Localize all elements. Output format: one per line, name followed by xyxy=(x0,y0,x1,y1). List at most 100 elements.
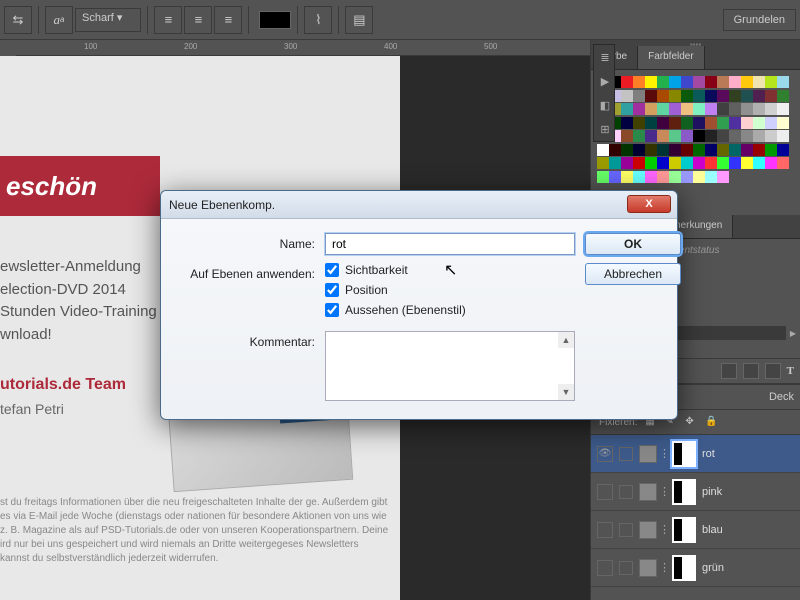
swatch[interactable] xyxy=(693,117,705,129)
mask-link-icon[interactable]: ⋮ xyxy=(659,561,670,574)
swatch[interactable] xyxy=(657,117,669,129)
scroll-right-icon[interactable]: ▶ xyxy=(786,326,800,340)
dialog-titlebar[interactable]: Neue Ebenenkomp. X xyxy=(161,191,677,219)
workspace-switcher[interactable]: Grundelen xyxy=(723,9,796,31)
swatch[interactable] xyxy=(645,117,657,129)
swatch[interactable] xyxy=(597,144,609,156)
swatch[interactable] xyxy=(729,117,741,129)
swatch[interactable] xyxy=(717,130,729,142)
swatch[interactable] xyxy=(729,130,741,142)
visibility-toggle[interactable]: 👁 xyxy=(597,446,613,462)
anti-alias-select[interactable]: Scharf ▾ xyxy=(75,8,141,32)
swatch[interactable] xyxy=(645,90,657,102)
comment-textarea[interactable]: ▲ ▼ xyxy=(325,331,575,401)
layer-row[interactable]: ⋮grün xyxy=(591,549,800,587)
swatch[interactable] xyxy=(633,76,645,88)
swatch[interactable] xyxy=(705,130,717,142)
swatch[interactable] xyxy=(765,76,777,88)
swatch[interactable] xyxy=(753,90,765,102)
swatch[interactable] xyxy=(609,171,621,183)
swatch[interactable] xyxy=(681,157,693,169)
swatch[interactable] xyxy=(705,144,717,156)
swatch[interactable] xyxy=(657,130,669,142)
swatch[interactable] xyxy=(645,76,657,88)
swatch[interactable] xyxy=(693,130,705,142)
align-center-icon[interactable]: ≡ xyxy=(184,6,212,34)
swatch[interactable] xyxy=(621,76,633,88)
swatch[interactable] xyxy=(681,130,693,142)
swatch[interactable] xyxy=(621,117,633,129)
swatch[interactable] xyxy=(777,117,789,129)
mask-link-icon[interactable]: ⋮ xyxy=(659,523,670,536)
swatch[interactable] xyxy=(693,157,705,169)
swatch[interactable] xyxy=(717,90,729,102)
swatch[interactable] xyxy=(729,157,741,169)
swatch[interactable] xyxy=(657,90,669,102)
scroll-up-icon[interactable]: ▲ xyxy=(558,332,574,348)
swatch[interactable] xyxy=(645,157,657,169)
swatch[interactable] xyxy=(681,90,693,102)
swatch[interactable] xyxy=(729,90,741,102)
swatch[interactable] xyxy=(645,130,657,142)
swatch[interactable] xyxy=(753,76,765,88)
swatch[interactable] xyxy=(633,117,645,129)
swatch[interactable] xyxy=(765,144,777,156)
layer-checkbox[interactable] xyxy=(619,523,633,537)
swatch[interactable] xyxy=(777,103,789,115)
swatch[interactable] xyxy=(729,103,741,115)
swatch[interactable] xyxy=(633,171,645,183)
visibility-toggle[interactable] xyxy=(597,484,613,500)
swatch[interactable] xyxy=(741,130,753,142)
align-right-icon[interactable]: ≡ xyxy=(214,6,242,34)
swatch[interactable] xyxy=(753,157,765,169)
swatch[interactable] xyxy=(693,144,705,156)
swatch[interactable] xyxy=(705,76,717,88)
visibility-toggle[interactable] xyxy=(597,560,613,576)
scroll-down-icon[interactable]: ▼ xyxy=(558,384,574,400)
swatch[interactable] xyxy=(705,103,717,115)
swatch[interactable] xyxy=(681,171,693,183)
swatch[interactable] xyxy=(681,117,693,129)
swatch[interactable] xyxy=(693,103,705,115)
swatch[interactable] xyxy=(669,117,681,129)
swatch[interactable] xyxy=(753,117,765,129)
layer-checkbox[interactable] xyxy=(619,447,633,461)
position-checkbox[interactable] xyxy=(325,283,339,297)
swatch[interactable] xyxy=(753,130,765,142)
appearance-checkbox[interactable] xyxy=(325,303,339,317)
swatch[interactable] xyxy=(741,90,753,102)
swatch[interactable] xyxy=(645,144,657,156)
orientation-toggle-icon[interactable]: ⇆ xyxy=(4,6,32,34)
swatch[interactable] xyxy=(765,130,777,142)
swatch[interactable] xyxy=(621,144,633,156)
swatch[interactable] xyxy=(705,90,717,102)
layer-row[interactable]: ⋮blau xyxy=(591,511,800,549)
tab-farbfelder[interactable]: Farbfelder xyxy=(638,46,705,69)
swatch[interactable] xyxy=(609,157,621,169)
swatch[interactable] xyxy=(717,76,729,88)
swatch[interactable] xyxy=(657,157,669,169)
swatch[interactable] xyxy=(669,76,681,88)
ok-button[interactable]: OK xyxy=(585,233,681,255)
swatch[interactable] xyxy=(693,76,705,88)
swatch[interactable] xyxy=(645,171,657,183)
swatch[interactable] xyxy=(681,76,693,88)
close-button[interactable]: X xyxy=(627,195,671,213)
swatch[interactable] xyxy=(621,157,633,169)
swatch[interactable] xyxy=(669,130,681,142)
swatch[interactable] xyxy=(705,117,717,129)
swatch[interactable] xyxy=(669,171,681,183)
swatch[interactable] xyxy=(633,157,645,169)
layer-row[interactable]: ⋮pink xyxy=(591,473,800,511)
swatch[interactable] xyxy=(717,157,729,169)
swatch[interactable] xyxy=(669,157,681,169)
swatch[interactable] xyxy=(633,130,645,142)
swatch[interactable] xyxy=(765,103,777,115)
swatch[interactable] xyxy=(657,76,669,88)
panel-icon[interactable]: ≣ xyxy=(594,45,616,69)
swatch[interactable] xyxy=(633,90,645,102)
swatch[interactable] xyxy=(717,171,729,183)
panel-icon[interactable]: ◧ xyxy=(594,93,616,117)
swatch[interactable] xyxy=(717,144,729,156)
swatch[interactable] xyxy=(669,103,681,115)
